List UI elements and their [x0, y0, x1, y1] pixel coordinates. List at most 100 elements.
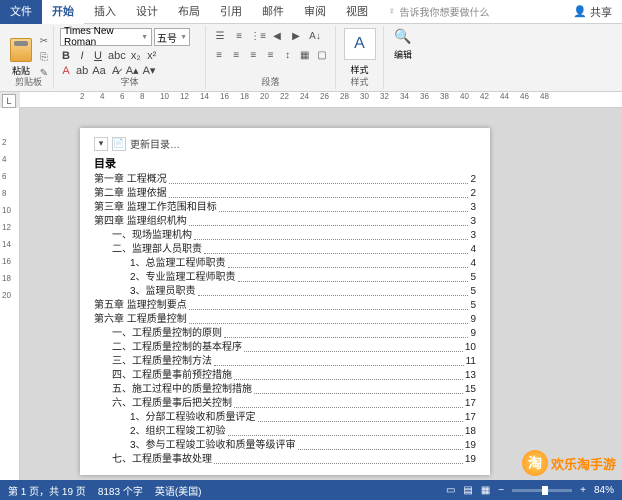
- toc-entry[interactable]: 第三章 监理工作范围和目标3: [94, 201, 476, 215]
- toc-entry[interactable]: 七、工程质量事故处理19: [94, 453, 476, 467]
- paragraph-group: ☰ ≡ ⋮≡ ◀ ▶ A↓ ≡ ≡ ≡ ≡ ↕ ▦ ▢ 段落: [206, 26, 336, 89]
- zoom-out-button[interactable]: −: [498, 485, 504, 496]
- toc-entry[interactable]: 1、总监理工程师职责4: [94, 257, 476, 271]
- tab-view[interactable]: 视图: [336, 0, 378, 24]
- ribbon: 粘贴 ✂ ⎘ ✎ 剪贴板 Times New Roman ▼ 五号 ▼: [0, 24, 622, 92]
- clipboard-label: 剪贴板: [4, 75, 53, 88]
- font-size-value: 五号: [157, 30, 177, 45]
- zoom-slider[interactable]: [512, 489, 572, 492]
- strikethrough-button[interactable]: abc: [108, 50, 126, 62]
- copy-icon[interactable]: ⎘: [37, 51, 51, 65]
- superscript-button[interactable]: x²: [146, 50, 158, 62]
- status-page[interactable]: 第 1 页，共 19 页: [8, 483, 86, 498]
- view-print-icon[interactable]: ▤: [463, 485, 472, 496]
- font-name-value: Times New Roman: [64, 26, 141, 48]
- tab-layout[interactable]: 布局: [168, 0, 210, 24]
- tab-references[interactable]: 引用: [210, 0, 252, 24]
- toc-entry[interactable]: 一、现场监理机构3: [94, 229, 476, 243]
- zoom-in-button[interactable]: +: [580, 485, 586, 496]
- paragraph-group-label: 段落: [206, 75, 335, 88]
- tab-design[interactable]: 设计: [126, 0, 168, 24]
- line-spacing-button[interactable]: ↕: [281, 47, 295, 63]
- align-left-button[interactable]: ≡: [212, 47, 226, 63]
- italic-button[interactable]: I: [76, 50, 88, 62]
- subscript-button[interactable]: x₂: [130, 50, 142, 62]
- status-words[interactable]: 8183 个字: [98, 483, 143, 498]
- decrease-indent-button[interactable]: ◀: [269, 28, 285, 44]
- toc-entry[interactable]: 第五章 监理控制要点5: [94, 299, 476, 313]
- styles-group-label: 样式: [336, 75, 383, 88]
- tell-me-search[interactable]: ♀ 告诉我你想要做什么: [378, 4, 563, 19]
- multilevel-button[interactable]: ⋮≡: [250, 28, 266, 44]
- tab-review[interactable]: 审阅: [294, 0, 336, 24]
- numbering-button[interactable]: ≡: [231, 28, 247, 44]
- toc-entry[interactable]: 第六章 工程质量控制9: [94, 313, 476, 327]
- toc-entry[interactable]: 四、工程质量事前预控措施13: [94, 369, 476, 383]
- chevron-down-icon: ▼: [180, 34, 187, 41]
- toc-entry[interactable]: 二、工程质量控制的基本程序10: [94, 341, 476, 355]
- view-read-icon[interactable]: ▭: [446, 485, 455, 496]
- view-web-icon[interactable]: ▦: [481, 485, 490, 496]
- toc-toolbar: ▾ 📄 更新目录…: [94, 136, 476, 151]
- tab-file[interactable]: 文件: [0, 0, 42, 24]
- paste-icon: [10, 38, 32, 62]
- increase-indent-button[interactable]: ▶: [288, 28, 304, 44]
- editing-label: 编辑: [394, 48, 412, 61]
- toc-entry[interactable]: 一、工程质量控制的原则9: [94, 327, 476, 341]
- toc-body: 第一章 工程概况2第二章 监理依据2第三章 监理工作范围和目标3第四章 监理组织…: [94, 173, 476, 467]
- underline-button[interactable]: U: [92, 50, 104, 62]
- share-icon: 👤: [573, 5, 587, 18]
- toc-entry[interactable]: 3、监理员职责5: [94, 285, 476, 299]
- lightbulb-icon: ♀: [388, 6, 396, 17]
- toc-entry[interactable]: 3、参与工程竣工验收和质量等级评审19: [94, 439, 476, 453]
- toc-heading: 目录: [94, 155, 476, 171]
- toc-entry[interactable]: 二、监理部人员职责4: [94, 243, 476, 257]
- zoom-value[interactable]: 84%: [594, 485, 614, 496]
- paste-button[interactable]: 粘贴: [10, 38, 32, 77]
- toc-entry[interactable]: 五、施工过程中的质量控制措施15: [94, 383, 476, 397]
- menu-bar: 文件 开始 插入 设计 布局 引用 邮件 审阅 视图 ♀ 告诉我你想要做什么 👤…: [0, 0, 622, 24]
- cut-icon[interactable]: ✂: [37, 35, 51, 49]
- font-group: Times New Roman ▼ 五号 ▼ B I U abc x₂ x² A…: [54, 26, 206, 89]
- tab-home[interactable]: 开始: [42, 0, 84, 24]
- toc-entry[interactable]: 第二章 监理依据2: [94, 187, 476, 201]
- share-button[interactable]: 👤 共享: [563, 4, 622, 20]
- toc-entry[interactable]: 2、专业监理工程师职责5: [94, 271, 476, 285]
- toc-update-button[interactable]: 更新目录…: [130, 136, 180, 151]
- clipboard-group: 粘贴 ✂ ⎘ ✎ 剪贴板: [4, 26, 54, 89]
- ruler-horizontal[interactable]: 2468101214161820222426283032343638404244…: [20, 92, 622, 108]
- justify-button[interactable]: ≡: [263, 47, 277, 63]
- toc-entry[interactable]: 六、工程质量事后把关控制17: [94, 397, 476, 411]
- bold-button[interactable]: B: [60, 50, 72, 62]
- borders-button[interactable]: ▢: [315, 47, 329, 63]
- share-label: 共享: [590, 4, 612, 20]
- styles-button[interactable]: A: [344, 28, 376, 60]
- toc-entry[interactable]: 三、工程质量控制方法11: [94, 355, 476, 369]
- font-group-label: 字体: [54, 75, 205, 88]
- toc-entry[interactable]: 第四章 监理组织机构3: [94, 215, 476, 229]
- ruler-vertical[interactable]: 2468101214161820: [0, 108, 20, 480]
- shading-button[interactable]: ▦: [298, 47, 312, 63]
- font-size-select[interactable]: 五号 ▼: [154, 28, 190, 46]
- tab-insert[interactable]: 插入: [84, 0, 126, 24]
- status-language[interactable]: 英语(美国): [155, 483, 202, 498]
- toc-entry[interactable]: 2、组织工程竣工初验18: [94, 425, 476, 439]
- align-center-button[interactable]: ≡: [229, 47, 243, 63]
- toc-entry[interactable]: 1、分部工程验收和质量评定17: [94, 411, 476, 425]
- find-icon[interactable]: 🔍: [394, 28, 411, 45]
- document-area[interactable]: ▾ 📄 更新目录… 目录 第一章 工程概况2第二章 监理依据2第三章 监理工作范…: [20, 108, 622, 480]
- bullets-button[interactable]: ☰: [212, 28, 228, 44]
- styles-icon: A: [354, 35, 365, 53]
- tab-mail[interactable]: 邮件: [252, 0, 294, 24]
- status-bar: 第 1 页，共 19 页 8183 个字 英语(美国) ▭ ▤ ▦ − + 84…: [0, 480, 622, 500]
- editing-group: 🔍 编辑: [384, 26, 422, 89]
- font-name-select[interactable]: Times New Roman ▼: [60, 28, 152, 46]
- align-right-button[interactable]: ≡: [246, 47, 260, 63]
- sort-button[interactable]: A↓: [307, 28, 323, 44]
- toc-menu-icon[interactable]: ▾: [94, 137, 108, 151]
- tab-selector[interactable]: L: [2, 94, 16, 108]
- toc-update-icon[interactable]: 📄: [112, 137, 126, 151]
- chevron-down-icon: ▼: [141, 34, 148, 41]
- tell-me-label: 告诉我你想要做什么: [400, 4, 490, 19]
- toc-entry[interactable]: 第一章 工程概况2: [94, 173, 476, 187]
